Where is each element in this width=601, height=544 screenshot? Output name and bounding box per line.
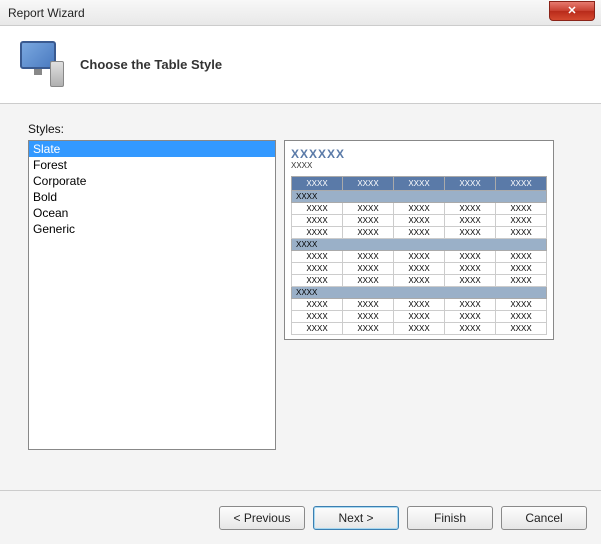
list-item[interactable]: Slate xyxy=(29,141,275,157)
next-button[interactable]: Next > xyxy=(313,506,399,530)
styles-label: Styles: xyxy=(28,122,573,136)
list-item[interactable]: Bold xyxy=(29,189,275,205)
previous-button[interactable]: < Previous xyxy=(219,506,305,530)
styles-listbox[interactable]: SlateForestCorporateBoldOceanGeneric xyxy=(28,140,276,450)
list-item[interactable]: Ocean xyxy=(29,205,275,221)
preview-title: XXXXXX xyxy=(291,147,547,161)
cancel-button[interactable]: Cancel xyxy=(501,506,587,530)
titlebar: Report Wizard ✕ xyxy=(0,0,601,26)
preview-table: XXXXXXXXXXXXXXXXXXXXXXXXXXXXXXXXXXXXXXXX… xyxy=(291,176,547,335)
close-button[interactable]: ✕ xyxy=(549,1,595,21)
close-icon: ✕ xyxy=(567,4,576,17)
wizard-footer: < Previous Next > Finish Cancel xyxy=(0,490,601,544)
window-title: Report Wizard xyxy=(8,6,85,20)
list-item[interactable]: Generic xyxy=(29,221,275,237)
list-item[interactable]: Corporate xyxy=(29,173,275,189)
preview-subtitle: XXXX xyxy=(291,161,547,170)
wizard-header: Choose the Table Style xyxy=(0,26,601,104)
style-preview: XXXXXX XXXX XXXXXXXXXXXXXXXXXXXXXXXXXXXX… xyxy=(284,140,554,340)
finish-button[interactable]: Finish xyxy=(407,506,493,530)
list-item[interactable]: Forest xyxy=(29,157,275,173)
page-title: Choose the Table Style xyxy=(80,57,222,72)
computer-icon xyxy=(16,41,64,89)
content-area: Styles: SlateForestCorporateBoldOceanGen… xyxy=(0,104,601,490)
